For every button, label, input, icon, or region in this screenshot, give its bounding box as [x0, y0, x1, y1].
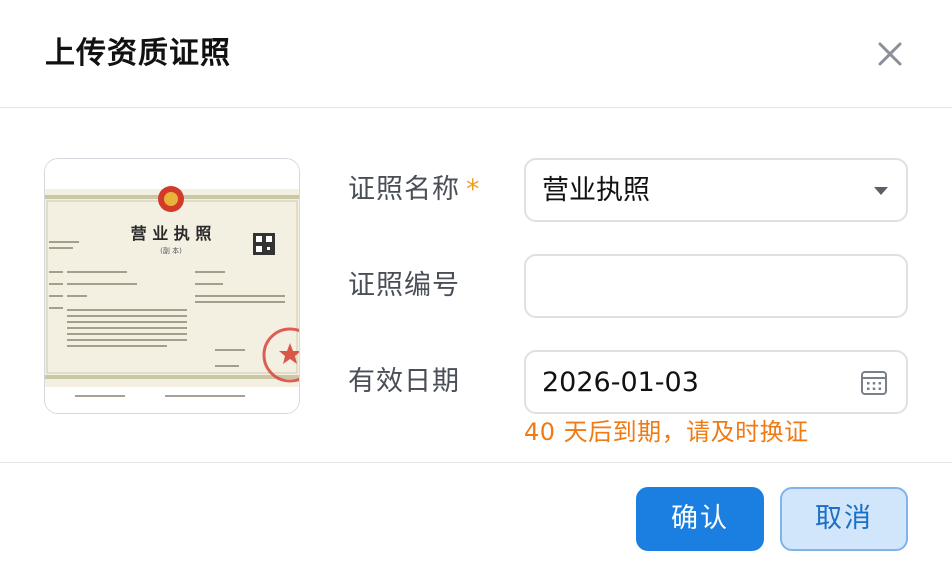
cancel-button[interactable]: 取消: [780, 487, 908, 551]
valid-date-row: 有效日期 2026-01-03: [0, 350, 952, 414]
valid-date-value: 2026-01-03: [542, 367, 699, 398]
close-icon: [878, 42, 902, 66]
expiry-hint: 40 天后到期，请及时换证: [524, 418, 809, 446]
license-number-input[interactable]: [524, 254, 908, 318]
calendar-icon[interactable]: [860, 370, 888, 396]
license-name-label: 证照名称 *: [348, 174, 481, 205]
license-heading: 营 业 执 照: [131, 224, 212, 243]
license-name-select[interactable]: 营业执照: [524, 158, 908, 222]
required-mark: *: [466, 174, 481, 205]
license-name-row: 证照名称 * 营业执照: [0, 158, 952, 222]
chevron-down-icon: [874, 187, 888, 195]
dialog-footer: 确认 取消: [0, 462, 952, 570]
dialog-header: 上传资质证照: [0, 0, 952, 108]
valid-date-picker[interactable]: 2026-01-03: [524, 350, 908, 414]
license-number-label: 证照编号: [348, 270, 460, 301]
license-name-value: 营业执照: [542, 175, 650, 206]
license-number-row: 证照编号: [0, 254, 952, 318]
valid-date-label: 有效日期: [348, 366, 460, 397]
dialog-title: 上传资质证照: [45, 36, 231, 71]
dialog-body: 营 业 执 照 (副 本) 证照名称 * 营业执照 证照编号 有效日期 2026…: [0, 108, 952, 462]
confirm-button[interactable]: 确认: [636, 487, 764, 551]
upload-license-dialog: 上传资质证照 营 业 执 照 (副 本) 证照名称 * 营业执照 证照编号 有效…: [0, 0, 952, 570]
close-button[interactable]: [868, 32, 912, 76]
